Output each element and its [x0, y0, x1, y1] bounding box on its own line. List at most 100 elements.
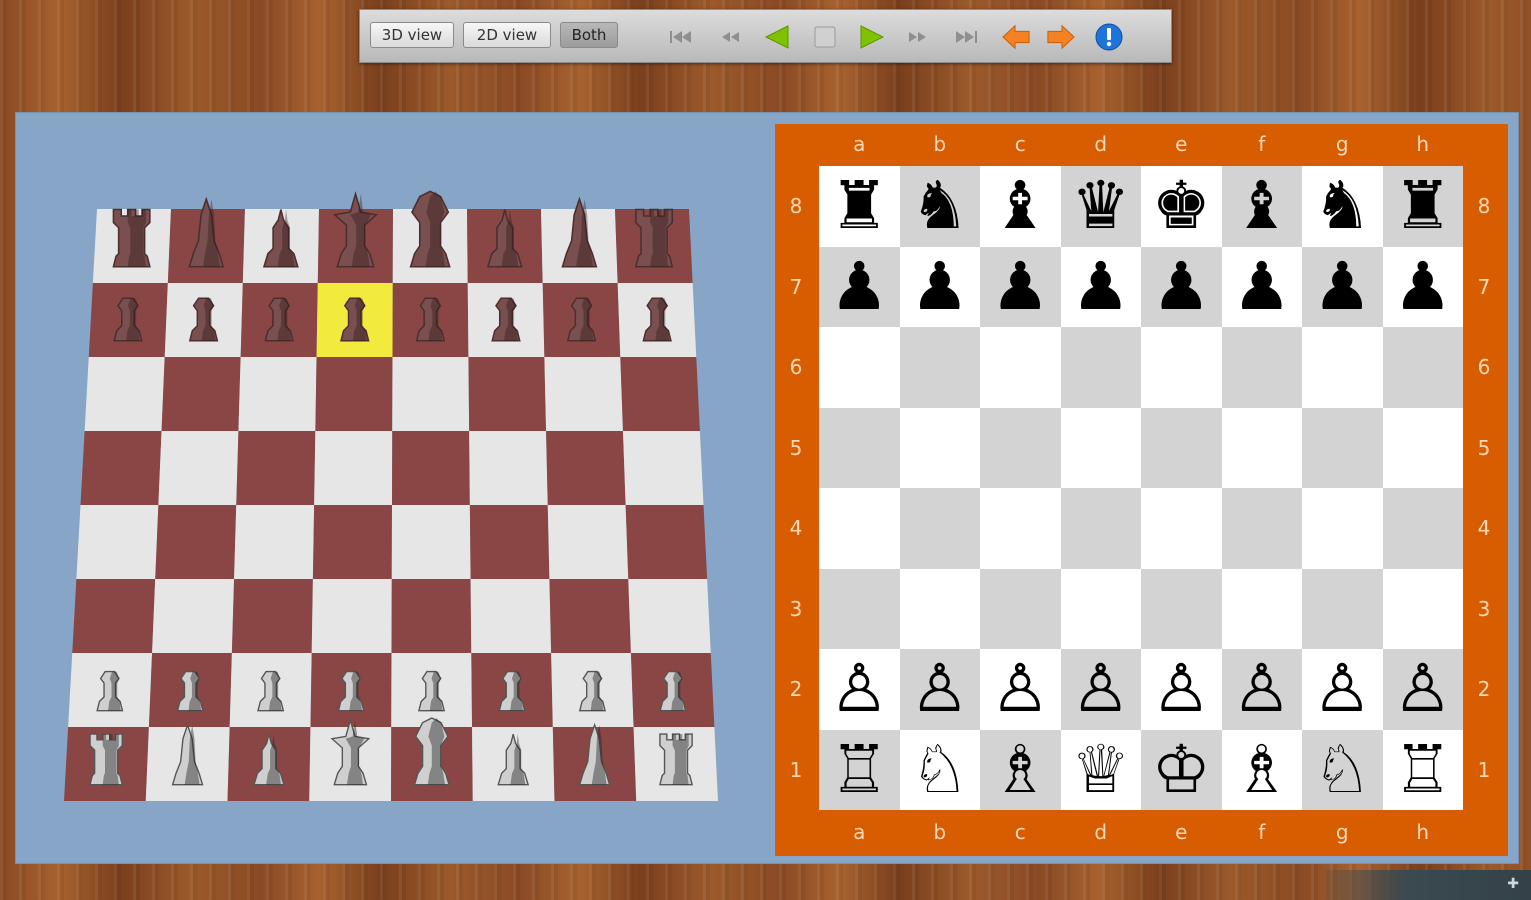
square-a6[interactable] [819, 327, 900, 408]
square-3d-d4[interactable] [312, 505, 392, 579]
square-h3[interactable] [1382, 568, 1463, 649]
square-a3[interactable] [819, 568, 900, 649]
black-rook-3d-h[interactable] [634, 208, 674, 268]
piece-g2[interactable]: ♙ [1313, 656, 1372, 722]
info-icon[interactable] [1094, 23, 1124, 51]
square-g6[interactable] [1302, 327, 1383, 408]
board-3d-view[interactable] [16, 113, 776, 865]
square-e4[interactable] [1141, 488, 1222, 569]
square-f6[interactable] [1221, 327, 1302, 408]
square-3d-f5[interactable] [469, 431, 548, 505]
square-h7[interactable]: ♟ [1382, 246, 1463, 327]
square-3d-h6[interactable] [620, 357, 700, 431]
last-move-icon[interactable] [951, 24, 981, 50]
square-3d-d5[interactable] [314, 431, 393, 505]
piece-f7[interactable]: ♟ [1232, 253, 1291, 320]
piece-d2[interactable]: ♙ [1071, 656, 1130, 722]
square-e7[interactable]: ♟ [1141, 246, 1222, 327]
square-h6[interactable] [1382, 327, 1463, 408]
square-3d-e6[interactable] [392, 357, 470, 431]
square-a2[interactable]: ♙ [819, 649, 900, 730]
first-move-icon[interactable] [666, 24, 696, 50]
square-3d-b3[interactable] [152, 579, 235, 653]
piece-a1[interactable]: ♖ [830, 736, 889, 803]
piece-c7[interactable]: ♟ [991, 253, 1050, 320]
square-3d-d3[interactable] [311, 579, 392, 653]
2d-view-button[interactable]: 2D view [463, 22, 551, 48]
piece-a7[interactable]: ♟ [830, 253, 889, 320]
piece-g1[interactable]: ♘ [1313, 736, 1372, 803]
square-d3[interactable] [1060, 568, 1141, 649]
both-view-button[interactable]: Both [560, 22, 618, 48]
square-d2[interactable]: ♙ [1060, 649, 1141, 730]
piece-f8[interactable]: ♝ [1232, 173, 1291, 239]
square-f1[interactable]: ♗ [1221, 729, 1302, 810]
square-b3[interactable] [899, 568, 980, 649]
square-3d-f4[interactable] [469, 505, 550, 579]
square-3d-h3[interactable] [628, 579, 711, 653]
square-a1[interactable]: ♖ [819, 729, 900, 810]
piece-e7[interactable]: ♟ [1152, 253, 1211, 320]
square-b7[interactable]: ♟ [899, 246, 980, 327]
square-c2[interactable]: ♙ [980, 649, 1061, 730]
square-d4[interactable] [1060, 488, 1141, 569]
square-e1[interactable]: ♔ [1141, 729, 1222, 810]
square-h2[interactable]: ♙ [1382, 649, 1463, 730]
square-3d-f3[interactable] [470, 579, 552, 653]
square-f7[interactable]: ♟ [1221, 246, 1302, 327]
piece-g7[interactable]: ♟ [1313, 253, 1372, 320]
square-a4[interactable] [819, 488, 900, 569]
piece-f2[interactable]: ♙ [1232, 656, 1291, 722]
piece-b1[interactable]: ♘ [910, 736, 969, 803]
square-b5[interactable] [899, 407, 980, 488]
square-3d-a5[interactable] [80, 431, 162, 505]
piece-h2[interactable]: ♙ [1393, 656, 1452, 722]
square-h4[interactable] [1382, 488, 1463, 569]
piece-b7[interactable]: ♟ [910, 253, 969, 320]
square-3d-b5[interactable] [158, 431, 239, 505]
square-a8[interactable]: ♜ [819, 166, 900, 247]
square-g7[interactable]: ♟ [1302, 246, 1383, 327]
square-3d-a3[interactable] [72, 579, 156, 653]
square-3d-c5[interactable] [236, 431, 316, 505]
piece-c8[interactable]: ♝ [991, 173, 1050, 239]
piece-d8[interactable]: ♛ [1071, 173, 1130, 239]
piece-e2[interactable]: ♙ [1152, 656, 1211, 722]
square-g4[interactable] [1302, 488, 1383, 569]
piece-h1[interactable]: ♖ [1393, 736, 1452, 803]
board-2d-grid[interactable]: ♜ ♞ ♝ ♛ ♚ ♝ ♞ ♜ ♟ ♟ ♟ ♟ ♟ ♟ ♟ ♟ ♙ ♙ ♙ ♙ ♙ ♙ ♙ ♙ ♖ ♘ ♗ ♕ ♔ ♗ ♘ ♖ [819, 166, 1463, 810]
piece-b8[interactable]: ♞ [910, 173, 969, 239]
square-3d-b6[interactable] [161, 357, 241, 431]
square-e3[interactable] [1141, 568, 1222, 649]
resize-grip-icon[interactable]: ✚ [1507, 876, 1519, 892]
square-3d-g4[interactable] [547, 505, 629, 579]
square-f4[interactable] [1221, 488, 1302, 569]
piece-b2[interactable]: ♙ [910, 656, 969, 722]
piece-h8[interactable]: ♜ [1393, 173, 1452, 239]
square-g8[interactable]: ♞ [1302, 166, 1383, 247]
square-3d-g5[interactable] [546, 431, 626, 505]
square-3d-c3[interactable] [231, 579, 313, 653]
square-d1[interactable]: ♕ [1060, 729, 1141, 810]
square-b8[interactable]: ♞ [899, 166, 980, 247]
white-rook-3d-a[interactable] [89, 733, 124, 786]
square-d7[interactable]: ♟ [1060, 246, 1141, 327]
square-h1[interactable]: ♖ [1382, 729, 1463, 810]
piece-e8[interactable]: ♚ [1152, 173, 1211, 239]
piece-f1[interactable]: ♗ [1232, 736, 1291, 803]
square-b6[interactable] [899, 327, 980, 408]
square-g3[interactable] [1302, 568, 1383, 649]
square-g1[interactable]: ♘ [1302, 729, 1383, 810]
square-e8[interactable]: ♚ [1141, 166, 1222, 247]
square-c3[interactable] [980, 568, 1061, 649]
square-g5[interactable] [1302, 407, 1383, 488]
stop-icon[interactable] [810, 24, 840, 50]
square-3d-e3[interactable] [391, 579, 472, 653]
square-e6[interactable] [1141, 327, 1222, 408]
square-e5[interactable] [1141, 407, 1222, 488]
square-3d-c4[interactable] [234, 505, 315, 579]
next-move-icon[interactable] [903, 24, 933, 50]
square-c6[interactable] [980, 327, 1061, 408]
square-3d-d6[interactable] [315, 357, 393, 431]
piece-g8[interactable]: ♞ [1313, 173, 1372, 239]
